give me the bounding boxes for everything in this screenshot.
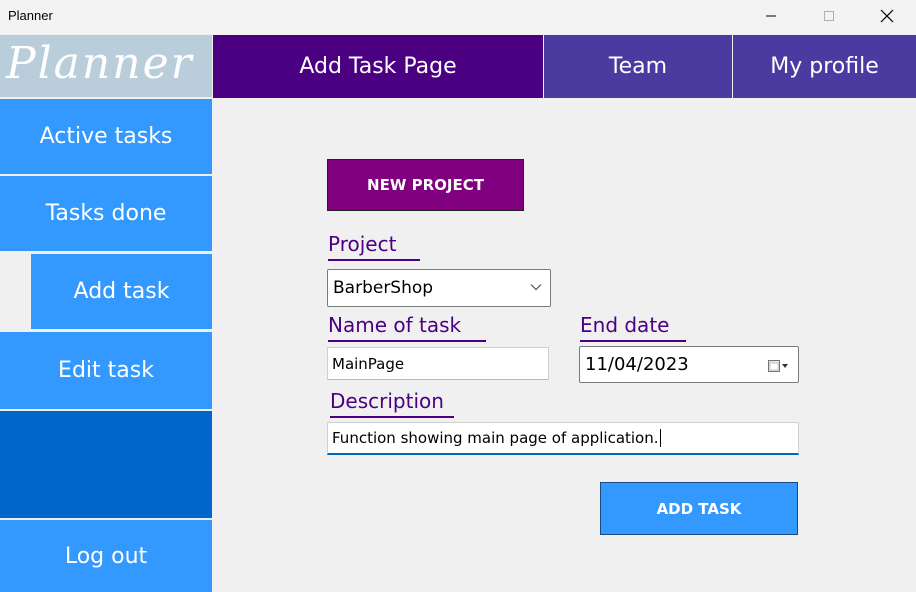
sidebar-item-tasks-done[interactable]: Tasks done: [0, 176, 212, 251]
tab-my-profile[interactable]: My profile: [733, 35, 916, 98]
end-date-picker[interactable]: 11/04/2023: [579, 346, 799, 383]
sidebar-item-label: Tasks done: [45, 201, 167, 226]
tab-team[interactable]: Team: [544, 35, 732, 98]
project-label-underline: [328, 259, 420, 261]
app-logo: Planner: [0, 35, 212, 97]
project-select-value: BarberShop: [333, 278, 434, 298]
minimize-icon: [766, 15, 776, 17]
name-of-task-label-text: Name of task: [328, 313, 462, 337]
calendar-icon: [768, 360, 788, 372]
description-label: Description: [330, 389, 454, 418]
project-select[interactable]: BarberShop: [327, 269, 551, 307]
sidebar-item-label: Edit task: [58, 358, 154, 383]
description-input[interactable]: Function showing main page of applicatio…: [327, 422, 799, 455]
sidebar-item-add-task[interactable]: Add task: [31, 254, 212, 329]
maximize-icon: [824, 11, 834, 21]
sidebar-item-active-tasks[interactable]: Active tasks: [0, 99, 212, 174]
sidebar-item-edit-task[interactable]: Edit task: [0, 332, 212, 409]
end-date-label-underline: [580, 340, 686, 342]
name-of-task-label-underline: [328, 340, 486, 342]
name-of-task-label: Name of task: [328, 313, 486, 342]
description-label-underline: [330, 416, 454, 418]
sidebar-spacer: [0, 411, 212, 518]
close-button[interactable]: [858, 0, 916, 32]
task-name-value: MainPage: [332, 354, 405, 373]
end-date-label-text: End date: [580, 313, 670, 337]
sidebar-item-label: Log out: [64, 543, 148, 569]
minimize-button[interactable]: [742, 0, 800, 32]
project-label: Project: [328, 232, 420, 261]
text-caret: [659, 429, 661, 447]
close-icon: [880, 9, 894, 23]
sidebar-item-log-out[interactable]: Log out: [0, 520, 212, 592]
description-label-text: Description: [330, 389, 444, 413]
end-date-label: End date: [580, 313, 686, 342]
add-task-button[interactable]: ADD TASK: [600, 482, 798, 535]
maximize-button[interactable]: [800, 0, 858, 32]
end-date-value: 11/04/2023: [585, 354, 689, 375]
new-project-button[interactable]: NEW PROJECT: [327, 159, 524, 211]
title-bar: Planner: [0, 0, 916, 34]
chevron-down-icon: [530, 284, 542, 291]
task-name-input[interactable]: MainPage: [327, 347, 549, 380]
tab-add-task-page[interactable]: Add Task Page: [213, 35, 543, 98]
sidebar-item-label: Active tasks: [39, 124, 173, 149]
sidebar-item-label: Add task: [73, 279, 170, 304]
logo-text: Planner: [6, 38, 194, 89]
description-value: Function showing main page of applicatio…: [332, 429, 659, 447]
window-title: Planner: [8, 8, 53, 23]
project-label-text: Project: [328, 232, 397, 256]
